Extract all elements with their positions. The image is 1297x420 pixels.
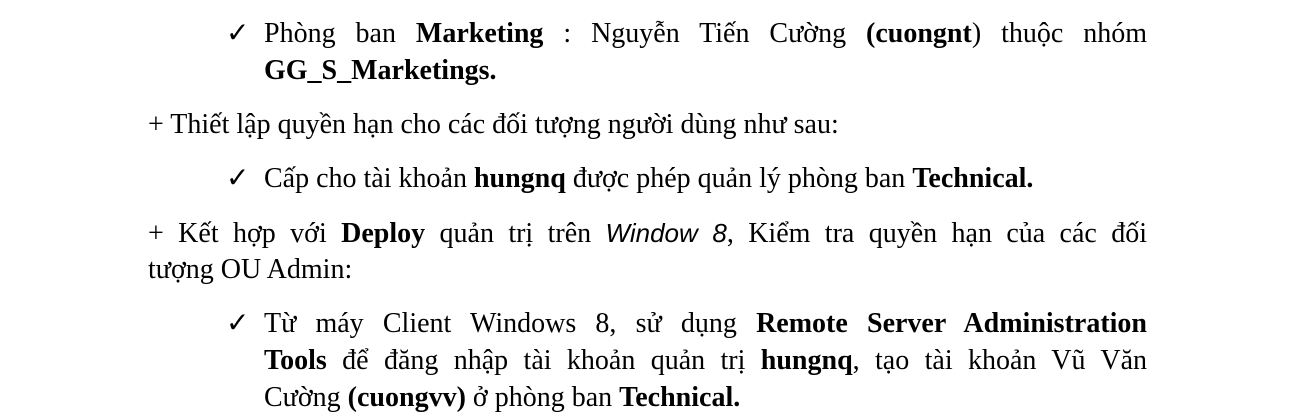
paragraph-deploy-line1: + Kết hợp với Deploy quản trị trên Windo…: [148, 218, 1147, 249]
paragraph-deploy-line2: tượng OU Admin:: [148, 254, 353, 285]
bullet-rsat-line1: Từ máy Client Windows 8, sử dụng Remote …: [264, 308, 1147, 339]
checkmark-icon: ✓: [226, 163, 250, 194]
bullet-marketing-line1: Phòng ban Marketing : Nguyễn Tiến Cường …: [264, 18, 1148, 49]
bullet-marketing-line2: GG_S_Marketings.: [264, 55, 497, 86]
bullet-hungnq: Cấp cho tài khoản hungnq được phép quản …: [264, 163, 1034, 194]
bullet-rsat-line2: Tools để đăng nhập tài khoản quản trị hu…: [264, 345, 1147, 376]
paragraph-permissions: + Thiết lập quyền hạn cho các đối tượng …: [148, 109, 839, 140]
checkmark-icon: ✓: [226, 18, 250, 49]
bullet-rsat-line3: Cường (cuongvv) ở phòng ban Technical.: [264, 382, 741, 413]
checkmark-icon: ✓: [226, 308, 250, 339]
